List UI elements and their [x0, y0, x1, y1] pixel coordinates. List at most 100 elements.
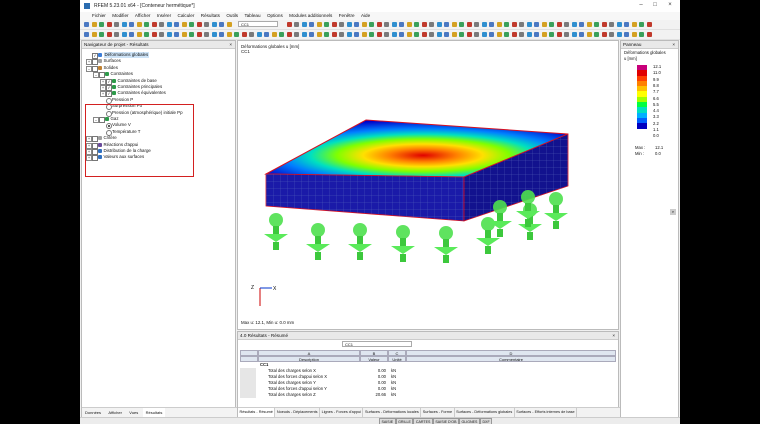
toolbar-button-icon[interactable] — [294, 22, 299, 27]
toolbar-button-icon[interactable] — [549, 22, 554, 27]
toolbar-button-icon[interactable] — [166, 22, 172, 27]
toolbar-button-icon[interactable] — [504, 32, 509, 37]
toolbar-button-icon[interactable] — [571, 32, 577, 37]
toolbar-button-icon[interactable] — [174, 32, 179, 37]
toolbar-button-icon[interactable] — [339, 32, 344, 37]
toolbar-button-icon[interactable] — [144, 22, 149, 27]
toolbar-button-icon[interactable] — [256, 32, 262, 37]
toolbar-button-icon[interactable] — [571, 22, 577, 27]
results-combo[interactable]: CC1 — [342, 341, 412, 347]
toolbar-button-icon[interactable] — [534, 22, 539, 27]
toolbar-button-icon[interactable] — [624, 22, 629, 27]
toolbar-button-icon[interactable] — [91, 32, 97, 37]
toolbar-button-icon[interactable] — [496, 22, 502, 27]
tab-vues[interactable]: Vues — [126, 408, 141, 417]
tab-afficher[interactable]: Afficher — [105, 408, 125, 417]
toolbar-button-icon[interactable] — [639, 22, 644, 27]
toolbar-button-icon[interactable] — [474, 32, 479, 37]
toolbar-button-icon[interactable] — [294, 32, 299, 37]
maximize-icon[interactable]: □ — [650, 2, 660, 8]
toolbar-button-icon[interactable] — [159, 22, 164, 27]
toolbar-button-icon[interactable] — [211, 32, 217, 37]
toolbar-button-icon[interactable] — [301, 32, 307, 37]
toolbar-button-icon[interactable] — [234, 32, 239, 37]
toolbar-button-icon[interactable] — [541, 22, 547, 27]
toolbar-button-icon[interactable] — [84, 22, 89, 27]
toolbar-button-icon[interactable] — [421, 32, 427, 37]
toolbar-button-icon[interactable] — [421, 22, 427, 27]
toolbar-button-icon[interactable] — [114, 32, 119, 37]
toolbar-button-icon[interactable] — [451, 32, 457, 37]
toolbar-button-icon[interactable] — [549, 32, 554, 37]
toolbar-button-icon[interactable] — [324, 32, 329, 37]
tree-item-contraintes[interactable]: – Contraintes — [82, 71, 237, 79]
toolbar-button-icon[interactable] — [189, 22, 194, 27]
toolbar-button-icon[interactable] — [639, 32, 644, 37]
toolbar-button-icon[interactable] — [601, 22, 607, 27]
toolbar-button-icon[interactable] — [586, 32, 592, 37]
toolbar-button-icon[interactable] — [316, 22, 322, 27]
toolbar-button-icon[interactable] — [459, 32, 464, 37]
toolbar-button-icon[interactable] — [204, 32, 209, 37]
toolbar-button-icon[interactable] — [624, 32, 629, 37]
toolbar-button-icon[interactable] — [121, 22, 127, 27]
result-tab[interactable]: Noeuds - Déplacements — [275, 408, 321, 417]
toolbar-button-icon[interactable] — [406, 32, 412, 37]
toolbar-button-icon[interactable] — [564, 22, 569, 27]
toolbar-button-icon[interactable] — [646, 22, 652, 27]
toolbar-button-icon[interactable] — [541, 32, 547, 37]
toolbar-button-icon[interactable] — [249, 32, 254, 37]
menu-afficher[interactable]: Afficher — [135, 12, 151, 20]
toolbar-button-icon[interactable] — [466, 32, 472, 37]
toolbar-button-icon[interactable] — [511, 22, 517, 27]
tree-item-contraintes-de-base[interactable]: + ✓ Contraintes de base — [82, 78, 237, 85]
toolbar-button-icon[interactable] — [91, 22, 97, 27]
toolbar-button-icon[interactable] — [286, 32, 292, 37]
toolbar-button-icon[interactable] — [114, 22, 119, 27]
toolbar-button-icon[interactable] — [406, 22, 412, 27]
result-tab[interactable]: Surfaces - Forme — [421, 408, 455, 417]
toolbar-button-icon[interactable] — [444, 22, 449, 27]
toolbar-button-icon[interactable] — [526, 32, 532, 37]
tree-item-solides[interactable]: – Solides — [82, 65, 237, 72]
toolbar-button-icon[interactable] — [84, 32, 89, 37]
tree-item-deformations-globales[interactable]: ✓ Déformations globales — [82, 52, 237, 59]
toolbar-button-icon[interactable] — [384, 22, 389, 27]
result-tab[interactable]: Lignes - Forces d'appui — [320, 408, 364, 417]
toolbar-button-icon[interactable] — [361, 22, 367, 27]
toolbar-button-icon[interactable] — [399, 22, 404, 27]
toolbar-button-icon[interactable] — [309, 22, 314, 27]
model-view[interactable]: Déformations globales u [mm] CC1 Z X Max… — [237, 40, 619, 330]
toolbar-button-icon[interactable] — [151, 22, 157, 27]
toolbar-button-icon[interactable] — [609, 32, 614, 37]
toolbar-button-icon[interactable] — [481, 22, 487, 27]
status-toggle[interactable]: GLIGNES — [458, 418, 480, 424]
toolbar-button-icon[interactable] — [151, 32, 157, 37]
toolbar-button-icon[interactable] — [189, 32, 194, 37]
toolbar-button-icon[interactable] — [631, 32, 637, 37]
status-toggle[interactable]: CARTES — [413, 418, 433, 424]
toolbar-button-icon[interactable] — [324, 22, 329, 27]
toolbar-button-icon[interactable] — [136, 32, 142, 37]
toolbar-button-icon[interactable] — [376, 32, 382, 37]
toolbar-button-icon[interactable] — [511, 32, 517, 37]
toolbar-button-icon[interactable] — [264, 32, 269, 37]
status-toggle[interactable]: SAISIE D'OB — [432, 418, 459, 424]
toolbar-button-icon[interactable] — [609, 22, 614, 27]
toolbar-button-icon[interactable] — [594, 22, 599, 27]
toolbar-button-icon[interactable] — [196, 32, 202, 37]
toolbar-button-icon[interactable] — [219, 22, 224, 27]
toolbar-button-icon[interactable] — [519, 22, 524, 27]
toolbar-button-icon[interactable] — [361, 32, 367, 37]
menu-options[interactable]: Options — [267, 12, 283, 20]
tree-item-pression-p[interactable]: Pression P — [82, 97, 237, 104]
toolbar-button-icon[interactable] — [579, 32, 584, 37]
toolbar-button-icon[interactable] — [354, 22, 359, 27]
close-icon[interactable]: × — [612, 332, 615, 339]
close-icon[interactable]: × — [229, 41, 232, 48]
tab-resultats[interactable]: Résultats — [142, 408, 166, 417]
toolbar-button-icon[interactable] — [556, 32, 562, 37]
container-solid[interactable] — [264, 119, 569, 222]
result-tab[interactable]: Résultats - Résumé — [238, 408, 276, 417]
toolbar-button-icon[interactable] — [241, 32, 247, 37]
